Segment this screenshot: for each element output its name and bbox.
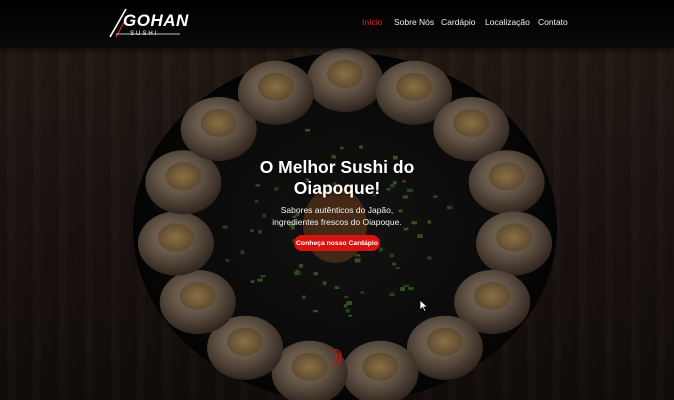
hero-title-line: O Melhor Sushi do (259, 157, 415, 177)
hero-subtitle-line: Sabores autênticos do Japão, (280, 205, 394, 215)
mouse-pointer-icon (419, 299, 429, 313)
hero-overlay (0, 0, 674, 400)
nav-link-contato[interactable]: Contato (538, 17, 568, 27)
cta-menu-button[interactable]: Conheça nosso Cardápio (294, 235, 380, 251)
hero-title: O Melhor Sushi do Oiapoque! (237, 157, 437, 199)
nav-link-inicio[interactable]: Início (362, 17, 382, 27)
main-nav: Início Sobre Nós Cardápio Localização Co… (0, 17, 674, 31)
hero-title-line: Oiapoque! (293, 178, 381, 198)
hero-subtitle-line: ingredientes frescos do Oiapoque. (272, 217, 402, 227)
hero-subtitle: Sabores autênticos do Japão, ingrediente… (257, 204, 417, 228)
logo-subtitle: SUSHI (130, 31, 159, 37)
site-header: GOHAN SUSHI Início Sobre Nós Cardápio Lo… (0, 0, 674, 48)
nav-link-cardapio[interactable]: Cardápio (441, 17, 476, 27)
scroll-wheel-dot (335, 354, 337, 359)
nav-link-localizacao[interactable]: Localização (485, 17, 530, 27)
scroll-down-mouse-icon[interactable] (331, 349, 341, 366)
nav-link-sobre-nos[interactable]: Sobre Nós (394, 17, 434, 27)
